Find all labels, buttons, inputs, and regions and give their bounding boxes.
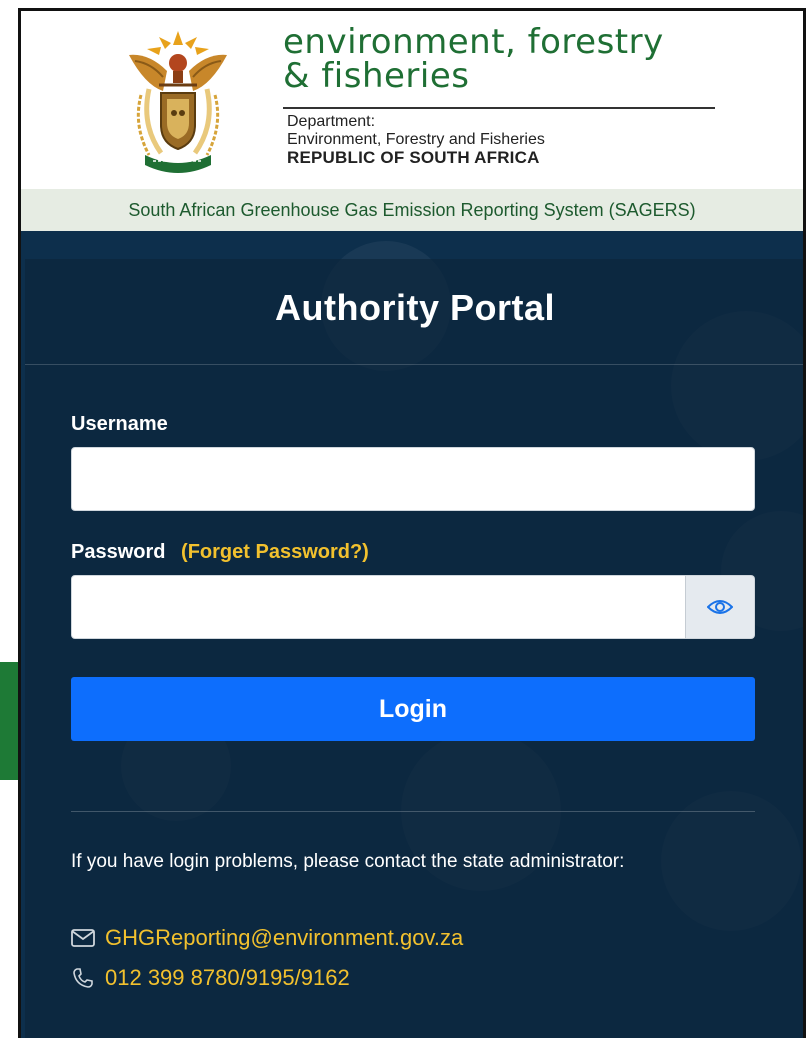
login-card: Authority Portal Username Password (Forg… [25, 259, 803, 1038]
login-button[interactable]: Login [71, 677, 755, 741]
header-rule [283, 107, 715, 109]
phone-icon [73, 968, 93, 988]
password-label-row: Password (Forget Password?) [71, 541, 369, 564]
system-banner: South African Greenhouse Gas Emission Re… [21, 189, 803, 231]
help-message: If you have login problems, please conta… [71, 851, 625, 872]
side-accent-tab [0, 662, 18, 780]
login-window: environment, forestry & fisheries Depart… [18, 8, 806, 1038]
coat-of-arms-logo [129, 31, 227, 173]
password-label: Password [71, 541, 166, 563]
dept-full-name: Environment, Forestry and Fisheries [287, 131, 545, 148]
username-label: Username [71, 413, 168, 435]
dept-line-1: environment, forestry [283, 22, 664, 62]
envelope-icon [71, 929, 95, 947]
username-input[interactable] [71, 447, 755, 511]
title-divider [25, 364, 803, 365]
phone-contact: 012 399 8780/9195/9162 [71, 965, 350, 991]
dept-line-2: & fisheries [283, 56, 470, 96]
password-input[interactable] [71, 575, 687, 639]
portal-title: Authority Portal [274, 287, 555, 328]
toggle-password-button[interactable] [685, 575, 755, 639]
department-wordmark: environment, forestry & fisheries [283, 25, 664, 93]
email-contact: GHGReporting@environment.gov.za [71, 925, 463, 951]
eye-icon [707, 600, 733, 614]
dept-label: Department: [287, 113, 376, 130]
country-name: REPUBLIC OF SOUTH AFRICA [287, 148, 540, 167]
phone-number[interactable]: 012 399 8780/9195/9162 [105, 965, 350, 991]
department-details: Department: Environment, Forestry and Fi… [287, 113, 545, 167]
forgot-password-link[interactable]: (Forget Password?) [181, 541, 369, 563]
email-link[interactable]: GHGReporting@environment.gov.za [105, 925, 463, 951]
help-divider [71, 811, 755, 812]
department-header: environment, forestry & fisheries Depart… [21, 11, 803, 189]
